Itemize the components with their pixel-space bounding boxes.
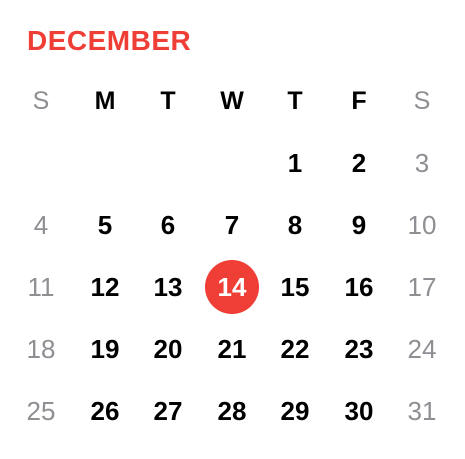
day-cell[interactable] [201,132,263,194]
week-row-1: 1 2 3 [10,132,454,194]
day-cell[interactable]: 6 [137,194,199,256]
day-cell[interactable]: 29 [264,380,326,442]
day-cell[interactable]: 8 [264,194,326,256]
today-date: 14 [217,271,247,302]
weekday-saturday: S [413,86,431,115]
day-cell[interactable]: 31 [391,380,453,442]
day-cell[interactable] [137,132,199,194]
week-row-4: 18 19 20 21 22 23 24 [10,318,454,380]
weekday-tuesday: T [160,86,176,115]
week-row-2: 4 5 6 7 8 9 10 [10,194,454,256]
day-cell[interactable]: 13 [137,256,199,318]
day-cell[interactable] [74,132,136,194]
today-cell[interactable]: 14 [201,256,263,318]
weekday-friday: F [351,86,367,115]
day-cell[interactable]: 7 [201,194,263,256]
month-title: DECEMBER [27,25,192,56]
day-cell[interactable]: 28 [201,380,263,442]
weekday-thursday: T [287,86,303,115]
day-cell[interactable]: 11 [10,256,72,318]
day-cell[interactable]: 27 [137,380,199,442]
day-cell[interactable]: 19 [74,318,136,380]
day-cell[interactable]: 20 [137,318,199,380]
day-cell[interactable]: 22 [264,318,326,380]
today-indicator: 14 [205,260,259,314]
day-cell[interactable]: 24 [391,318,453,380]
calendar-widget: DECEMBER S M T W T F S 1 2 3 4 5 6 7 8 9 [0,0,465,459]
day-cell[interactable]: 9 [328,194,390,256]
calendar-grid: S M T W T F S 1 2 3 4 5 6 7 8 9 10 11 12… [10,70,454,442]
day-cell[interactable] [10,132,72,194]
day-cell[interactable]: 26 [74,380,136,442]
weekday-wednesday: W [220,86,244,115]
day-cell[interactable]: 25 [10,380,72,442]
day-cell[interactable]: 10 [391,194,453,256]
day-cell[interactable]: 30 [328,380,390,442]
day-cell[interactable]: 18 [10,318,72,380]
weekday-monday: M [94,86,116,115]
day-cell[interactable]: 4 [10,194,72,256]
day-cell[interactable]: 3 [391,132,453,194]
day-cell[interactable]: 17 [391,256,453,318]
day-cell[interactable]: 23 [328,318,390,380]
week-row-3: 11 12 13 14 15 16 17 [10,256,454,318]
day-cell[interactable]: 12 [74,256,136,318]
day-cell[interactable]: 2 [328,132,390,194]
week-row-5: 25 26 27 28 29 30 31 [10,380,454,442]
day-cell[interactable]: 21 [201,318,263,380]
weekday-header-row: S M T W T F S [10,70,454,132]
day-cell[interactable]: 15 [264,256,326,318]
day-cell[interactable]: 1 [264,132,326,194]
day-cell[interactable]: 5 [74,194,136,256]
day-cell[interactable]: 16 [328,256,390,318]
weekday-sunday: S [32,86,50,115]
